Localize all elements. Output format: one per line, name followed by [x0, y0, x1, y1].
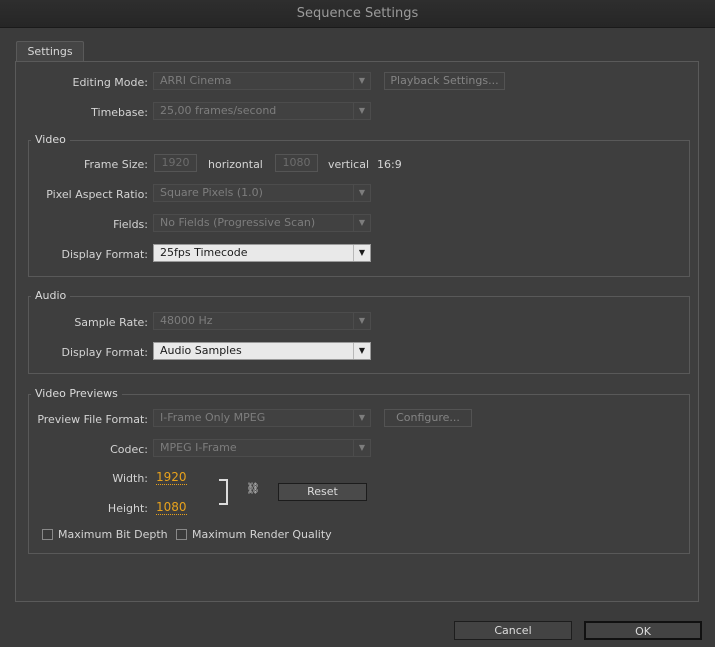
frame-width-field[interactable]: 1920 — [154, 154, 197, 172]
horizontal-label: horizontal — [208, 158, 263, 171]
chevron-down-icon: ▼ — [353, 215, 370, 231]
codec-label: Codec: — [110, 443, 148, 456]
pixel-aspect-ratio-dropdown[interactable]: Square Pixels (1.0) ▼ — [153, 184, 371, 202]
chevron-down-icon: ▼ — [353, 410, 370, 426]
preview-width-value[interactable]: 1920 — [156, 470, 187, 485]
audio-group-title: Audio — [31, 289, 71, 302]
fields-dropdown[interactable]: No Fields (Progressive Scan) ▼ — [153, 214, 371, 232]
timebase-dropdown[interactable]: 25,00 frames/second ▼ — [153, 102, 371, 120]
sample-rate-dropdown[interactable]: 48000 Hz ▼ — [153, 312, 371, 330]
playback-settings-button[interactable]: Playback Settings... — [384, 72, 505, 90]
video-display-format-dropdown[interactable]: 25fps Timecode ▼ — [153, 244, 371, 262]
codec-dropdown[interactable]: MPEG I-Frame ▼ — [153, 439, 371, 457]
window-title: Sequence Settings — [0, 0, 715, 28]
video-display-format-label: Display Format: — [61, 248, 148, 261]
codec-value: MPEG I-Frame — [160, 441, 237, 454]
vertical-label: vertical — [328, 158, 370, 171]
video-previews-group-title: Video Previews — [31, 387, 122, 400]
tab-settings[interactable]: Settings — [16, 41, 84, 62]
audio-group — [28, 296, 690, 374]
preview-width-label: Width: — [112, 472, 148, 485]
timebase-value: 25,00 frames/second — [160, 104, 277, 117]
chevron-down-icon: ▼ — [353, 73, 370, 89]
configure-button[interactable]: Configure... — [384, 409, 472, 427]
preview-height-value[interactable]: 1080 — [156, 500, 187, 515]
video-group-title: Video — [31, 133, 70, 146]
editing-mode-label: Editing Mode: — [72, 76, 149, 89]
preview-file-format-value: I-Frame Only MPEG — [160, 411, 266, 424]
chevron-down-icon: ▼ — [353, 103, 370, 119]
settings-panel: Editing Mode: ARRI Cinema ▼ Playback Set… — [15, 61, 699, 602]
frame-size-label: Frame Size: — [83, 158, 148, 171]
max-bit-depth-checkbox[interactable] — [42, 529, 53, 540]
editing-mode-dropdown[interactable]: ARRI Cinema ▼ — [153, 72, 371, 90]
audio-display-format-value: Audio Samples — [160, 344, 242, 357]
timebase-label: Timebase: — [91, 106, 148, 119]
chevron-down-icon: ▼ — [353, 185, 370, 201]
ok-button[interactable]: OK — [584, 621, 702, 640]
audio-display-format-label: Display Format: — [61, 346, 148, 359]
max-render-quality-checkbox[interactable] — [176, 529, 187, 540]
max-render-quality-label[interactable]: Maximum Render Quality — [192, 528, 332, 541]
video-display-format-value: 25fps Timecode — [160, 246, 248, 259]
chain-link-icon[interactable]: ⛓ — [246, 482, 260, 495]
preview-file-format-dropdown[interactable]: I-Frame Only MPEG ▼ — [153, 409, 371, 427]
chevron-down-icon: ▼ — [353, 343, 370, 359]
pixel-aspect-ratio-value: Square Pixels (1.0) — [160, 186, 263, 199]
pixel-aspect-ratio-label: Pixel Aspect Ratio: — [46, 188, 148, 201]
fields-label: Fields: — [113, 218, 148, 231]
preview-height-label: Height: — [107, 502, 148, 515]
editing-mode-value: ARRI Cinema — [160, 74, 232, 87]
chevron-down-icon: ▼ — [353, 245, 370, 261]
cancel-button[interactable]: Cancel — [454, 621, 572, 640]
preview-file-format-label: Preview File Format: — [37, 413, 148, 426]
sample-rate-value: 48000 Hz — [160, 314, 213, 327]
link-bracket — [219, 479, 228, 505]
frame-height-field[interactable]: 1080 — [275, 154, 318, 172]
max-bit-depth-label[interactable]: Maximum Bit Depth — [58, 528, 168, 541]
fields-value: No Fields (Progressive Scan) — [160, 216, 316, 229]
reset-button[interactable]: Reset — [278, 483, 367, 501]
audio-display-format-dropdown[interactable]: Audio Samples ▼ — [153, 342, 371, 360]
chevron-down-icon: ▼ — [353, 313, 370, 329]
aspect-ratio-label: 16:9 — [377, 158, 402, 171]
sample-rate-label: Sample Rate: — [74, 316, 148, 329]
chevron-down-icon: ▼ — [353, 440, 370, 456]
